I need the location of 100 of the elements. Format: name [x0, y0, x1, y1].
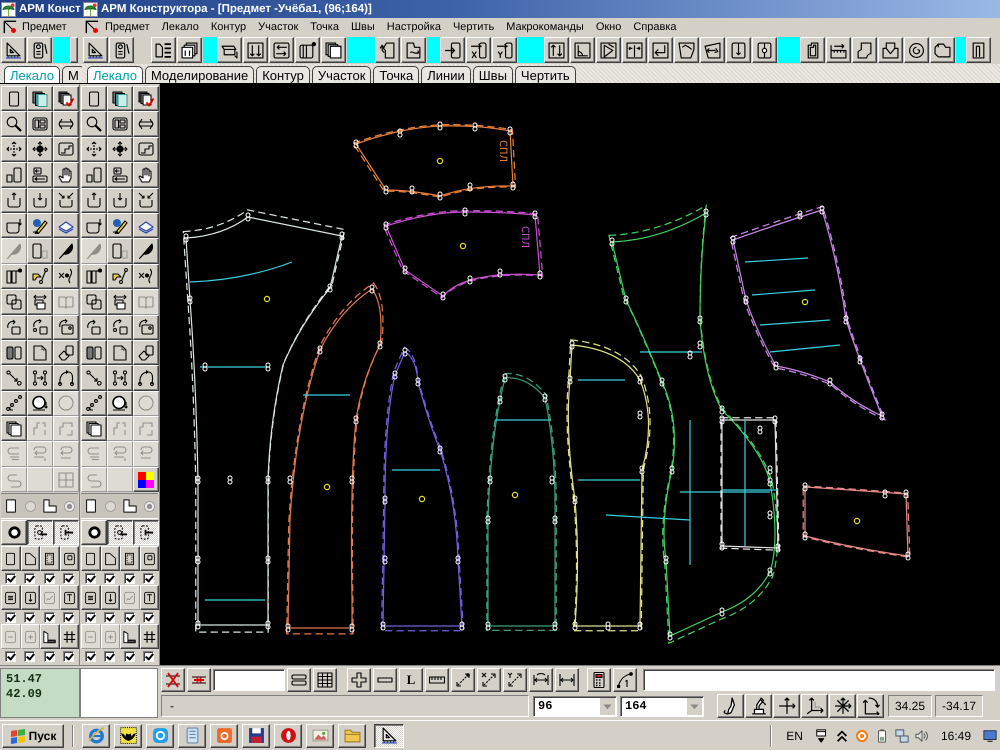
tool-button[interactable] [133, 162, 159, 188]
tool-button[interactable] [53, 340, 79, 366]
radio-button[interactable] [105, 500, 116, 512]
option-button[interactable] [81, 585, 100, 610]
command-field[interactable] [643, 668, 995, 690]
chevron-icon[interactable] [834, 728, 849, 742]
menu-item[interactable]: Лекало [156, 19, 205, 35]
tab[interactable]: Контур [256, 66, 310, 83]
toolbar-button[interactable] [243, 37, 268, 63]
toolbar-button[interactable] [451, 668, 475, 692]
tool-button[interactable] [81, 416, 107, 442]
menu-item[interactable]: Окно [590, 19, 628, 35]
tool-button[interactable] [27, 238, 53, 264]
toolbar-button[interactable] [373, 668, 397, 692]
tool-button[interactable] [107, 238, 133, 264]
toolbar-button[interactable] [529, 668, 553, 692]
tool-button[interactable] [53, 212, 79, 238]
tool-button[interactable] [27, 264, 53, 290]
option-button[interactable] [20, 546, 40, 572]
tool-button[interactable] [27, 289, 53, 315]
toolbar-button[interactable] [109, 37, 134, 63]
quick-launch-button[interactable] [274, 724, 302, 748]
checkbox[interactable] [104, 572, 116, 584]
tool-button[interactable] [107, 188, 133, 213]
dropdown[interactable]: 96 [533, 696, 617, 716]
option-button[interactable] [120, 546, 140, 572]
snap-button[interactable] [53, 520, 79, 546]
tool-button[interactable] [133, 340, 159, 366]
quick-launch-button[interactable] [242, 724, 270, 748]
tool-button[interactable] [133, 212, 159, 238]
tool-button[interactable] [81, 264, 107, 290]
tool-button[interactable] [1, 314, 27, 340]
window-arrow-icon[interactable] [814, 728, 829, 742]
option-button[interactable] [100, 585, 120, 610]
tool-button[interactable] [1, 162, 27, 188]
start-button[interactable]: Пуск [2, 724, 64, 748]
language-indicator[interactable]: EN [786, 728, 803, 742]
toolbar-button[interactable] [613, 668, 637, 692]
tab[interactable]: Линии [421, 66, 471, 83]
menu-item[interactable]: Чертить [446, 19, 500, 35]
tool-button[interactable] [1, 340, 27, 366]
option-button[interactable] [40, 624, 60, 650]
tool-button[interactable] [1, 416, 27, 442]
tool-button[interactable] [133, 86, 159, 112]
toolbar-button[interactable] [70, 37, 78, 63]
tool-button[interactable] [81, 188, 107, 213]
tool-button[interactable] [27, 212, 53, 238]
tool-button[interactable] [107, 86, 133, 112]
toolbar-button[interactable] [622, 37, 647, 63]
checkbox[interactable] [24, 572, 36, 584]
checkbox[interactable] [142, 612, 154, 623]
tool-button[interactable] [53, 238, 79, 264]
tool-button[interactable] [27, 188, 53, 213]
quick-launch-button[interactable] [146, 724, 174, 748]
toolbar-button[interactable] [745, 694, 772, 718]
tool-button[interactable] [1, 86, 27, 112]
toolbar-button[interactable] [313, 668, 337, 692]
speaker-icon[interactable] [914, 728, 929, 742]
tool-button[interactable] [27, 111, 53, 137]
toolbar-button[interactable] [83, 37, 108, 63]
toolbar-button[interactable] [466, 37, 491, 63]
tool-button[interactable] [81, 86, 107, 112]
toolbar-button[interactable] [570, 37, 595, 63]
toolbar-button[interactable] [826, 37, 851, 63]
option-button[interactable] [60, 624, 79, 650]
tool-button[interactable] [1, 289, 27, 315]
option-button[interactable] [20, 585, 40, 610]
tool-button[interactable] [27, 390, 53, 416]
tool-button[interactable] [1, 136, 27, 162]
dropdown[interactable]: 164 [620, 696, 704, 716]
tab[interactable]: Точка [373, 66, 420, 83]
tool-button[interactable] [81, 162, 107, 188]
tool-button[interactable] [27, 136, 53, 162]
checkbox[interactable] [142, 650, 154, 662]
toolbar-button[interactable] [829, 694, 856, 718]
tab[interactable]: Чертить [514, 66, 576, 83]
toolbar-button[interactable] [596, 37, 621, 63]
option-button[interactable] [140, 546, 159, 572]
checkbox[interactable] [44, 572, 55, 584]
tool-button[interactable] [1, 188, 27, 213]
tool-button[interactable] [133, 188, 159, 213]
tool-button[interactable] [107, 264, 133, 290]
quick-launch-button[interactable] [178, 724, 206, 748]
tool-button[interactable] [81, 212, 107, 238]
tool-button[interactable] [107, 162, 133, 188]
tool-button[interactable] [107, 314, 133, 340]
toolbar-button[interactable] [321, 37, 346, 63]
tool-button[interactable] [1, 212, 27, 238]
network-icon[interactable] [894, 728, 909, 742]
menu-item[interactable]: Точка [304, 19, 345, 35]
toolbar-button[interactable] [151, 37, 176, 63]
desktop-icon[interactable] [983, 728, 997, 742]
toolbar-button[interactable] [375, 37, 400, 63]
toolbar-button[interactable] [347, 668, 371, 692]
checkbox[interactable] [62, 650, 74, 662]
option-button[interactable] [100, 546, 120, 572]
tool-button[interactable] [81, 390, 107, 416]
menu-item[interactable]: Настройка [380, 19, 447, 35]
checkbox[interactable] [5, 572, 16, 584]
tab[interactable]: Моделирование [144, 66, 254, 83]
